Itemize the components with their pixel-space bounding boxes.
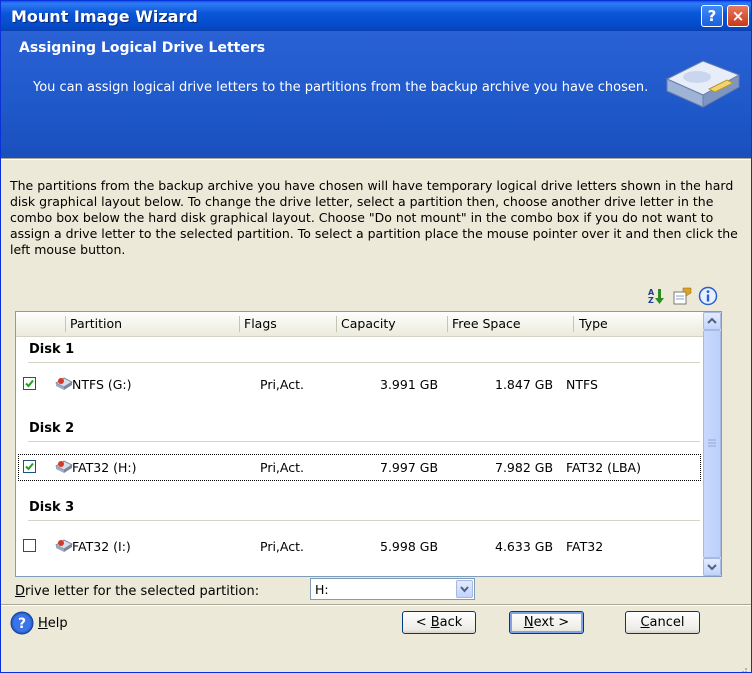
partition-type: FAT32 (LBA): [566, 460, 641, 475]
partition-flags: Pri,Act.: [260, 460, 304, 475]
window-title: Mount Image Wizard: [11, 7, 198, 26]
partition-free-space: 4.633 GB: [495, 539, 554, 554]
partition-list[interactable]: Partition Flags Capacity Free Space Type…: [15, 311, 722, 577]
column-flags[interactable]: Flags: [244, 312, 277, 336]
group-label: Disk 1: [29, 342, 75, 357]
chevron-down-icon[interactable]: [456, 580, 473, 598]
mount-checkbox[interactable]: [23, 460, 36, 473]
drive-letter-label: Drive letter for the selected partition:: [15, 584, 260, 599]
group-label: Disk 2: [29, 421, 75, 436]
titlebar-help-button[interactable]: ?: [701, 5, 723, 27]
column-free-space[interactable]: Free Space: [452, 312, 521, 336]
partition-free-space: 1.847 GB: [495, 377, 554, 392]
drive-icon: [663, 49, 741, 117]
svg-text:Z: Z: [648, 296, 654, 305]
partition-icon: [54, 458, 74, 477]
titlebar-close-button[interactable]: ×: [727, 5, 749, 27]
help-link[interactable]: Help: [38, 616, 68, 631]
column-capacity[interactable]: Capacity: [341, 312, 396, 336]
cancel-button[interactable]: Cancel: [625, 611, 700, 634]
partition-row[interactable]: NTFS (G:) Pri,Act. 3.991 GB 1.847 GB NTF…: [16, 370, 703, 399]
partition-capacity: 3.991 GB: [380, 377, 439, 392]
partition-flags: Pri,Act.: [260, 539, 304, 554]
properties-icon[interactable]: [671, 285, 693, 307]
partition-icon: [54, 537, 74, 556]
scroll-thumb[interactable]: [703, 330, 721, 558]
page-subtitle: You can assign logical drive letters to …: [33, 80, 649, 95]
mount-checkbox[interactable]: [23, 377, 36, 390]
partition-capacity: 5.998 GB: [380, 539, 439, 554]
partition-row[interactable]: FAT32 (I:) Pri,Act. 5.998 GB 4.633 GB FA…: [16, 532, 703, 561]
mount-checkbox[interactable]: [23, 539, 36, 552]
next-button[interactable]: Next >: [509, 611, 584, 634]
partition-type: NTFS: [566, 377, 598, 392]
partition-free-space: 7.982 GB: [495, 460, 554, 475]
footer-separator: [1, 604, 751, 606]
wizard-window: Mount Image Wizard ? × Assigning Logical…: [0, 0, 752, 673]
partition-flags: Pri,Act.: [260, 377, 304, 392]
list-header: Partition Flags Capacity Free Space Type: [16, 312, 703, 337]
sort-icon[interactable]: A Z: [645, 285, 667, 307]
svg-text:?: ?: [18, 616, 26, 632]
partition-icon: [54, 375, 74, 394]
drive-letter-value: H:: [315, 582, 329, 597]
column-partition[interactable]: Partition: [70, 312, 122, 336]
help-icon[interactable]: ?: [10, 611, 34, 639]
page-title: Assigning Logical Drive Letters: [19, 40, 266, 56]
instructions-text: The partitions from the backup archive y…: [10, 178, 738, 257]
partition-row-selected[interactable]: FAT32 (H:) Pri,Act. 7.997 GB 7.982 GB FA…: [16, 453, 703, 482]
partition-type: FAT32: [566, 539, 604, 554]
scroll-down-button[interactable]: [703, 558, 721, 576]
header-separator: [1, 158, 751, 160]
partition-name: FAT32 (I:): [72, 539, 131, 554]
list-scrollbar[interactable]: [703, 312, 721, 576]
column-type[interactable]: Type: [579, 312, 608, 336]
drive-letter-combo[interactable]: H:: [310, 578, 475, 600]
partition-name: NTFS (G:): [72, 377, 132, 392]
partition-capacity: 7.997 GB: [380, 460, 439, 475]
scroll-up-button[interactable]: [703, 312, 721, 330]
partition-name: FAT32 (H:): [72, 460, 137, 475]
info-icon[interactable]: [697, 285, 719, 307]
title-bar[interactable]: Mount Image Wizard ? ×: [1, 1, 751, 31]
group-label: Disk 3: [29, 500, 75, 515]
resize-grip[interactable]: [738, 659, 748, 672]
back-button[interactable]: < Back: [402, 611, 476, 634]
